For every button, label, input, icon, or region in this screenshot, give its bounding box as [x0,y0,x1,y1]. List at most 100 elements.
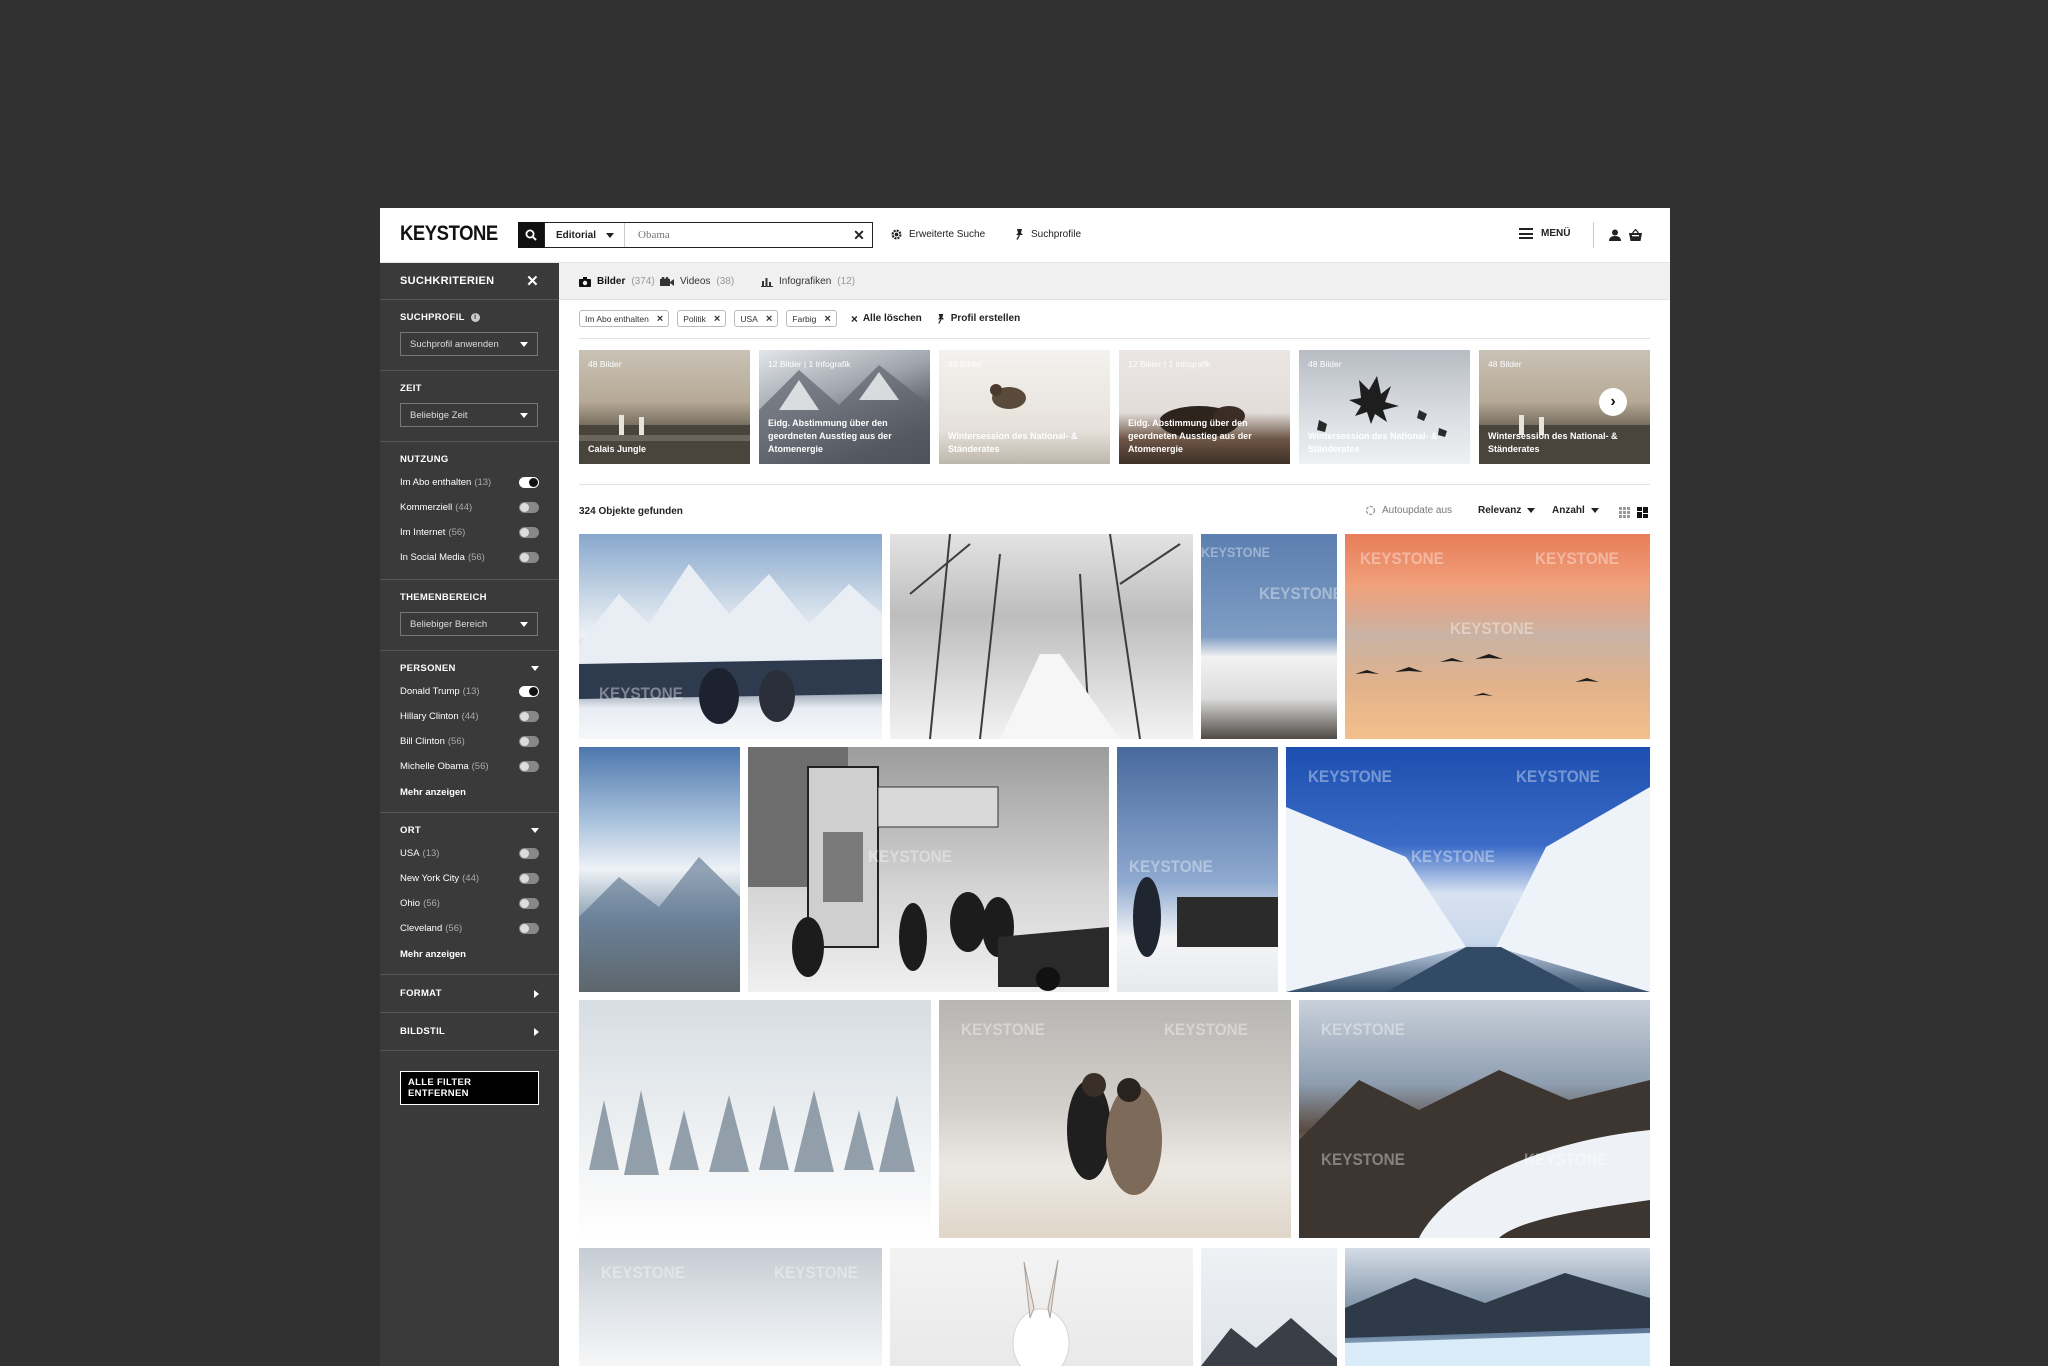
clear-all-chips-button[interactable]: × Alle löschen [851,312,922,326]
place-show-more-link[interactable]: Mehr anzeigen [400,949,539,960]
clear-search-icon[interactable]: ✕ [846,227,872,244]
clear-all-filters-button[interactable]: ALLE FILTER ENTFERNEN [400,1071,539,1105]
filter-section-format[interactable]: FORMAT [380,975,559,1013]
toggle-switch[interactable] [519,686,539,697]
photo-tile[interactable] [1201,1248,1337,1366]
option-count: (56) [447,736,465,747]
persons-header[interactable]: PERSONEN [400,663,539,674]
photo-tile[interactable] [579,747,740,992]
toggle-switch[interactable] [519,848,539,859]
person-option[interactable]: Bill Clinton (56) [400,734,539,749]
search-profiles-link[interactable]: Suchprofile [1014,228,1081,240]
photo-tile[interactable]: KEYSTONE KEYSTONE [1201,534,1337,739]
tab-images[interactable]: Bilder (374) [579,276,655,287]
usage-option[interactable]: In Social Media (56) [400,550,539,565]
watermark-text: KEYSTONE [1450,619,1534,638]
photo-tile[interactable] [890,534,1193,739]
close-sidebar-icon[interactable]: ✕ [526,272,539,290]
photo-tile[interactable]: KEYSTONE KEYSTONE [579,1248,882,1366]
filter-section-usage: NUTZUNG Im Abo enthalten (13) Kommerziell… [380,442,559,580]
place-option[interactable]: New York City (44) [400,871,539,886]
option-label: Bill Clinton [400,736,445,747]
tab-videos[interactable]: Videos (38) [660,276,734,287]
collection-card[interactable]: 48 Bilder Calais Jungle [579,350,750,464]
filter-chip[interactable]: Politik × [677,310,727,327]
photo-tile[interactable] [890,1248,1193,1366]
photo-tile[interactable]: KEYSTONE KEYSTONE KEYSTONE [1345,534,1650,739]
place-header[interactable]: ORT [400,825,539,836]
person-option[interactable]: Hillary Clinton (44) [400,709,539,724]
toggle-switch[interactable] [519,898,539,909]
filter-chip[interactable]: Im Abo enthalten × [579,310,670,327]
close-icon[interactable]: × [657,313,663,325]
close-icon[interactable]: × [714,313,720,325]
collection-card[interactable]: 48 Bilder Wintersession des National- & … [1299,350,1470,464]
photo-tile[interactable] [1345,1248,1650,1366]
tab-infographics[interactable]: Infografiken (12) [761,276,855,287]
place-option[interactable]: USA (13) [400,846,539,861]
watermark-text: KEYSTONE [601,1263,685,1282]
persons-title: PERSONEN [400,663,456,674]
toggle-switch[interactable] [519,477,539,488]
photo-tile[interactable]: KEYSTONE [579,534,882,739]
toggle-switch[interactable] [519,711,539,722]
option-label: Cleveland [400,923,443,934]
place-option[interactable]: Ohio (56) [400,896,539,911]
search-profile-dropdown[interactable]: Suchprofil anwenden [400,332,538,356]
collection-card[interactable]: 48 Bilder Wintersession des National- & … [939,350,1110,464]
photo-tile[interactable]: KEYSTONE [1117,747,1278,992]
person-option[interactable]: Michelle Obama (56) [400,759,539,774]
grid-view-icon[interactable] [1619,507,1630,518]
persons-show-more-link[interactable]: Mehr anzeigen [400,787,539,798]
photo-tile[interactable]: KEYSTONE [748,747,1109,992]
close-icon[interactable]: × [824,313,830,325]
watermark-text: KEYSTONE [1308,767,1392,786]
topic-dropdown[interactable]: Beliebiger Bereich [400,612,538,636]
info-icon[interactable]: i [470,313,480,322]
toggle-switch[interactable] [519,736,539,747]
sort-select[interactable]: Relevanz [1478,505,1536,516]
search-button[interactable] [518,222,544,248]
photo-tile[interactable] [579,1000,931,1238]
photo-tile[interactable]: KEYSTONE KEYSTONE KEYSTONE [1299,1000,1650,1238]
photo-tile[interactable]: KEYSTONE KEYSTONE KEYSTONE [1286,747,1650,992]
create-profile-label: Profil erstellen [950,313,1021,324]
masonry-view-icon[interactable] [1637,507,1648,518]
option-label: Kommerziell [400,502,453,513]
autoupdate-toggle[interactable]: Autoupdate aus [1365,505,1452,516]
toggle-switch[interactable] [519,527,539,538]
toggle-switch[interactable] [519,873,539,884]
toggle-switch[interactable] [519,761,539,772]
filter-section-topic: THEMENBEREICH Beliebiger Bereich [380,580,559,651]
header-divider [1593,222,1594,248]
keystone-logo[interactable]: KEYSTONE [400,222,498,246]
usage-option[interactable]: Kommerziell (44) [400,500,539,515]
close-icon[interactable]: × [766,313,772,325]
time-dropdown[interactable]: Beliebige Zeit [400,403,538,427]
usage-option[interactable]: Im Internet (56) [400,525,539,540]
filter-chip[interactable]: Farbig × [786,310,837,327]
toggle-switch[interactable] [519,552,539,563]
collection-card[interactable]: 12 Bilder | 1 Infografik Eidg. Abstimmun… [1119,350,1290,464]
basket-icon[interactable] [1629,229,1642,241]
watermark-text: KEYSTONE [1259,584,1337,603]
create-profile-button[interactable]: Profil erstellen [936,313,1020,324]
usage-option[interactable]: Im Abo enthalten (13) [400,475,539,490]
place-option[interactable]: Cleveland (56) [400,921,539,936]
menu-button[interactable]: MENÜ [1519,228,1570,239]
user-icon[interactable] [1609,229,1621,241]
person-option[interactable]: Donald Trump (13) [400,684,539,699]
toggle-switch[interactable] [519,502,539,513]
collection-card[interactable]: 12 Bilder | 1 Infografik Eidg. Abstimmun… [759,350,930,464]
search-input[interactable] [625,223,846,247]
toggle-switch[interactable] [519,923,539,934]
chevron-down-icon [531,828,539,833]
photo-tile[interactable]: KEYSTONE KEYSTONE [939,1000,1291,1238]
search-scope-select[interactable]: Editorial [545,223,625,247]
advanced-search-label: Erweiterte Suche [909,229,986,240]
advanced-search-link[interactable]: Erweiterte Suche [890,228,985,241]
amount-select[interactable]: Anzahl [1552,505,1599,516]
filter-section-style[interactable]: BILDSTIL [380,1013,559,1051]
carousel-next-button[interactable]: › [1599,388,1627,416]
filter-chip[interactable]: USA × [734,310,779,327]
